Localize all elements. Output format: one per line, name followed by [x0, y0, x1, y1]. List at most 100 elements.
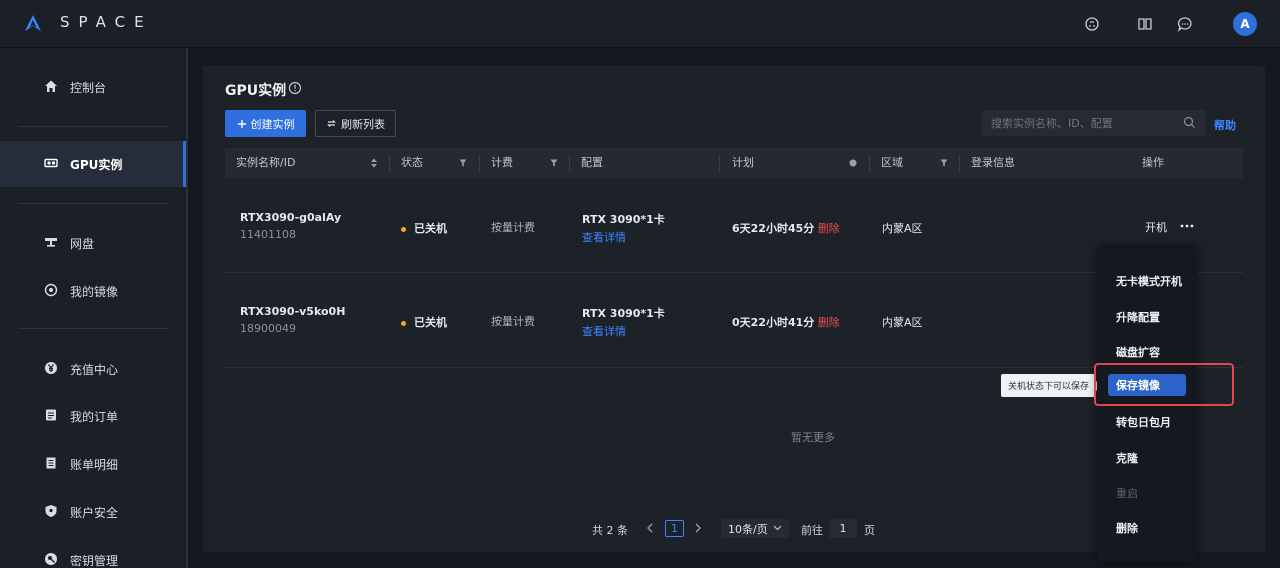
sidebar-item-console[interactable]: 控制台	[0, 64, 186, 110]
column-header-actions: 操作	[1142, 156, 1164, 169]
config-spec: RTX 3090*1卡	[582, 213, 665, 226]
sidebar-item-label: 充值中心	[70, 363, 119, 377]
menu-item-convert-plan[interactable]: 转包日包月	[1116, 414, 1171, 430]
pagination-page-1[interactable]: 1	[665, 520, 684, 537]
menu-item-delete[interactable]: 删除	[1116, 520, 1138, 536]
sidebar-item-recharge[interactable]: 充值中心	[0, 346, 186, 392]
plan-time: 0天22小时41分	[732, 316, 815, 329]
status-dot	[401, 320, 406, 326]
sidebar-item-label: 网盘	[70, 237, 95, 251]
filter-icon[interactable]	[940, 159, 948, 167]
order-icon	[46, 409, 56, 421]
table-header: 实例名称/ID 状态 计费 配置 计划 区域 登录信息 操作	[225, 148, 1243, 178]
row-divider	[225, 367, 1243, 368]
column-header-config: 配置	[581, 156, 603, 169]
instance-id: 18900049	[240, 322, 296, 335]
column-header-name[interactable]: 实例名称/ID	[236, 148, 295, 178]
refresh-list-label: 刷新列表	[341, 117, 385, 131]
instance-name: RTX3090-v5ko0H	[240, 305, 346, 318]
space-logo-icon[interactable]	[24, 14, 42, 32]
refresh-icon	[327, 120, 336, 127]
status-badge: 已关机	[401, 314, 447, 330]
region: 内蒙A区	[882, 316, 923, 329]
search-input[interactable]	[982, 110, 1206, 136]
search-icon[interactable]	[1183, 116, 1196, 129]
github-icon[interactable]	[1084, 16, 1100, 32]
refresh-list-button[interactable]: 刷新列表	[315, 110, 396, 137]
plan-cell: 6天22小时45分 删除	[732, 220, 840, 236]
create-instance-button[interactable]: 创建实例	[225, 110, 306, 137]
sidebar-item-label: 我的订单	[70, 410, 119, 424]
sidebar-item-label: 账单明细	[70, 458, 119, 472]
shield-icon	[45, 505, 57, 517]
sidebar-item-label: 我的镜像	[70, 285, 119, 299]
goto-page-input[interactable]	[829, 519, 857, 538]
column-divider	[479, 155, 480, 171]
page-suffix: 页	[864, 524, 875, 537]
menu-item-restart[interactable]: 重启	[1116, 485, 1138, 501]
page-size-value: 10条/页	[728, 522, 768, 536]
chevron-left-icon[interactable]	[645, 522, 655, 534]
plan-cell: 0天22小时41分 删除	[732, 314, 840, 330]
sidebar-item-key-management[interactable]: 密钥管理	[0, 537, 186, 568]
highlight-annotation-box	[1094, 363, 1234, 406]
column-divider	[719, 155, 720, 171]
plan-delete-link[interactable]: 删除	[818, 316, 840, 329]
sidebar-item-label: 控制台	[70, 81, 107, 95]
column-header-login-info: 登录信息	[971, 156, 1015, 169]
menu-item-clone[interactable]: 克隆	[1116, 450, 1138, 466]
filter-icon[interactable]	[459, 159, 467, 167]
chat-icon[interactable]	[1177, 16, 1193, 32]
sidebar-divider	[18, 328, 168, 329]
more-icon[interactable]	[1180, 224, 1194, 228]
column-header-status: 状态	[401, 156, 423, 169]
column-divider	[869, 155, 870, 171]
gpu-icon	[44, 158, 58, 168]
pagination-total: 共 2 条	[592, 524, 628, 537]
instance-id: 11401108	[240, 228, 296, 241]
menu-item-cardless-boot[interactable]: 无卡模式开机	[1116, 273, 1182, 289]
chevron-down-icon[interactable]	[773, 525, 782, 531]
no-more-text: 暂无更多	[791, 431, 835, 444]
goto-label: 前往	[801, 524, 823, 537]
filter-icon[interactable]	[550, 159, 558, 167]
plan-time: 6天22小时45分	[732, 222, 815, 235]
book-icon[interactable]	[1137, 16, 1153, 32]
power-on-button[interactable]: 开机	[1145, 219, 1167, 235]
sidebar-scrollbar[interactable]	[186, 48, 188, 568]
status-dot	[401, 226, 406, 232]
column-header-region: 区域	[881, 156, 903, 169]
sidebar-item-account-security[interactable]: 账户安全	[0, 489, 186, 535]
view-details-link[interactable]: 查看详情	[582, 229, 626, 245]
disk-icon	[45, 238, 57, 247]
sidebar-item-label: 密钥管理	[70, 554, 119, 568]
column-divider	[959, 155, 960, 171]
sidebar-item-my-images[interactable]: 我的镜像	[0, 268, 186, 314]
sidebar-item-netdisk[interactable]: 网盘	[0, 220, 186, 266]
view-details-link[interactable]: 查看详情	[582, 323, 626, 339]
sidebar-item-my-orders[interactable]: 我的订单	[0, 393, 186, 439]
sidebar-divider	[18, 203, 168, 204]
help-link[interactable]: 帮助	[1214, 117, 1236, 133]
status-badge: 已关机	[401, 220, 447, 236]
sort-icon[interactable]	[370, 158, 378, 168]
menu-item-change-config[interactable]: 升降配置	[1116, 309, 1160, 325]
menu-item-disk-expand[interactable]: 磁盘扩容	[1116, 344, 1160, 360]
info-icon[interactable]	[288, 81, 302, 95]
sidebar-item-billing-details[interactable]: 账单明细	[0, 441, 186, 487]
plan-delete-link[interactable]: 删除	[818, 222, 840, 235]
sidebar-item-label: GPU实例	[70, 158, 123, 172]
plan-info-icon[interactable]	[849, 159, 857, 167]
status-text: 已关机	[414, 222, 447, 235]
plus-icon	[237, 119, 246, 128]
page-title: GPU实例	[225, 83, 287, 99]
column-header-billing: 计费	[491, 156, 513, 169]
billing-type: 按量计费	[491, 221, 535, 234]
chevron-right-icon[interactable]	[693, 522, 703, 534]
column-divider	[389, 155, 390, 171]
logo-text: SPACE	[60, 13, 153, 31]
avatar[interactable]: A	[1233, 12, 1257, 36]
sidebar-divider	[18, 126, 168, 127]
sidebar-item-gpu-instances[interactable]: GPU实例	[0, 141, 186, 187]
billing-type: 按量计费	[491, 315, 535, 328]
